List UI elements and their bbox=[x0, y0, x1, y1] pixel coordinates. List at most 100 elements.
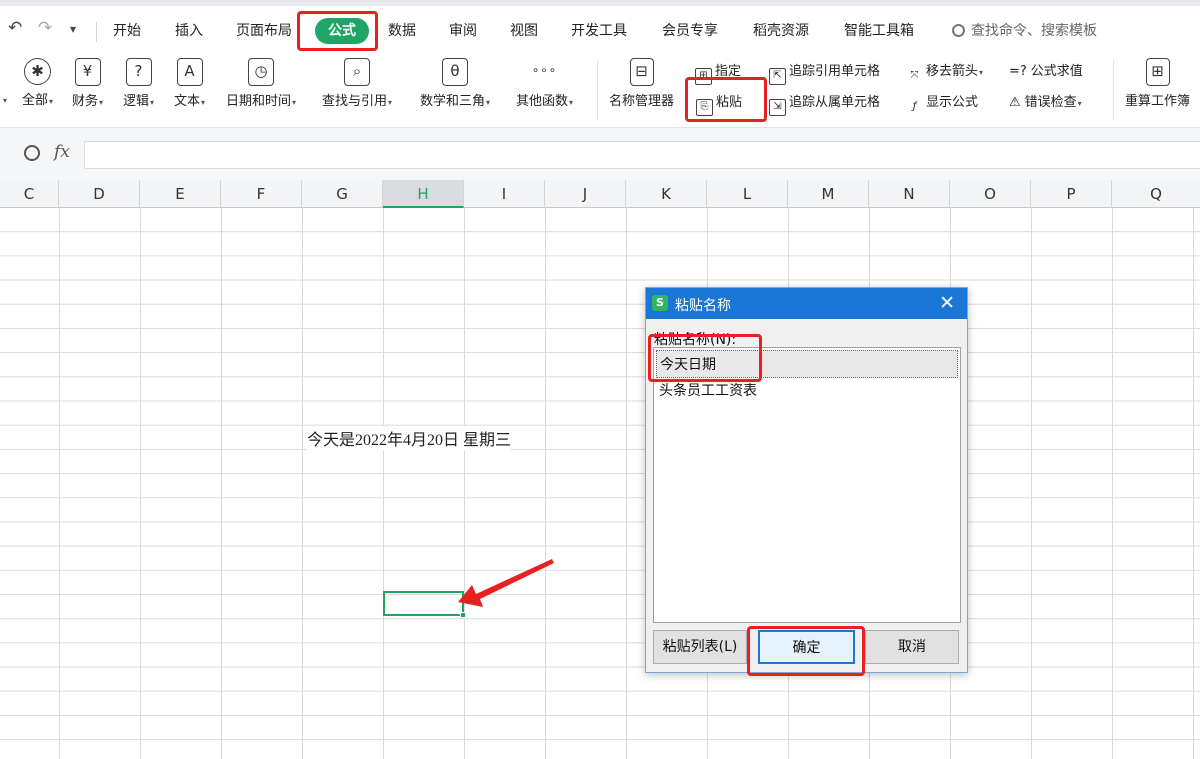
ribbon-left-caret-icon[interactable]: ▾ bbox=[3, 96, 7, 105]
tab-review[interactable]: 审阅 bbox=[449, 20, 477, 40]
tab-page-layout[interactable]: 页面布局 bbox=[236, 20, 292, 40]
formula-bar: fx bbox=[0, 128, 1200, 180]
trace-precedents-icon: ⇱ bbox=[769, 68, 786, 85]
ribbon-separator bbox=[1113, 60, 1114, 120]
column-header-f[interactable]: F bbox=[221, 180, 302, 208]
redo-icon[interactable]: ↷ bbox=[38, 18, 52, 38]
tab-smart-tools[interactable]: 智能工具箱 bbox=[844, 20, 914, 40]
math-trig-label: 数学和三角 bbox=[420, 94, 486, 109]
annotation-arrow-icon bbox=[458, 559, 554, 607]
cancel-button[interactable]: 取消 bbox=[865, 630, 959, 664]
show-formulas-icon: ƒ bbox=[912, 101, 917, 112]
column-header-p[interactable]: P bbox=[1031, 180, 1112, 208]
formula-input[interactable] bbox=[84, 141, 1200, 169]
name-manager-button[interactable]: ⊟ 名称管理器 bbox=[609, 58, 674, 109]
text-label: 文本 bbox=[174, 94, 201, 109]
column-header-j[interactable]: J bbox=[545, 180, 626, 208]
lookup-reference-button[interactable]: ⌕ 查找与引用▾ bbox=[322, 58, 392, 109]
highlight-box-today-date bbox=[648, 334, 762, 382]
chevron-down-icon: ▾ bbox=[99, 98, 104, 107]
tab-data[interactable]: 数据 bbox=[388, 20, 416, 40]
date-time-label: 日期和时间 bbox=[226, 94, 292, 109]
wps-app-icon: S bbox=[652, 295, 668, 311]
chevron-down-icon: ▾ bbox=[292, 98, 297, 107]
zoom-icon[interactable] bbox=[24, 145, 40, 161]
column-header-d[interactable]: D bbox=[59, 180, 140, 208]
formula-ribbon: ▾ ✱ 全部▾ ¥ 财务▾ ? 逻辑▾ A 文本▾ ◷ 日期和时间▾ ⌕ 查找与… bbox=[0, 52, 1200, 128]
search-icon bbox=[952, 24, 965, 37]
column-header-i[interactable]: I bbox=[464, 180, 545, 208]
logical-button[interactable]: ? 逻辑▾ bbox=[123, 58, 154, 109]
remove-arrows-icon: ⤧ bbox=[910, 70, 919, 81]
ribbon-separator bbox=[597, 60, 598, 120]
quick-access-dropdown-icon[interactable]: ▾ bbox=[70, 22, 76, 36]
chevron-down-icon: ▾ bbox=[1077, 99, 1082, 108]
paste-list-button[interactable]: 粘贴列表(L) bbox=[653, 630, 747, 664]
chevron-down-icon: ▾ bbox=[201, 98, 206, 107]
chevron-down-icon: ▾ bbox=[486, 98, 491, 107]
magnifier-icon: ⌕ bbox=[344, 58, 371, 86]
theta-icon: θ bbox=[442, 58, 469, 86]
tab-view[interactable]: 视图 bbox=[510, 20, 538, 40]
close-icon[interactable]: ✕ bbox=[939, 292, 955, 314]
column-header-m[interactable]: M bbox=[788, 180, 869, 208]
command-search[interactable]: 查找命令、搜索模板 bbox=[952, 20, 1097, 40]
menu-bar: ↶ ↷ ▾ 开始 插入 页面布局 公式 数据 审阅 视图 开发工具 会员专享 稻… bbox=[0, 6, 1200, 52]
chevron-down-icon: ▾ bbox=[979, 68, 984, 77]
fx-icon[interactable]: fx bbox=[54, 142, 70, 162]
question-icon: ? bbox=[125, 58, 152, 86]
column-header-o[interactable]: O bbox=[950, 180, 1031, 208]
financial-label: 财务 bbox=[72, 94, 99, 109]
trace-dependents-icon: ⇲ bbox=[769, 99, 786, 116]
tab-developer[interactable]: 开发工具 bbox=[571, 20, 627, 40]
trace-precedents-button[interactable]: ⇱ 追踪引用单元格 bbox=[769, 60, 880, 85]
recalculate-button[interactable]: ⊞ 重算工作簿 bbox=[1125, 58, 1190, 109]
cell-grid[interactable] bbox=[0, 208, 1200, 759]
asterisk-icon: ✱ bbox=[24, 58, 52, 85]
other-functions-button[interactable]: ∘∘∘ 其他函数▾ bbox=[516, 58, 573, 109]
column-header-l[interactable]: L bbox=[707, 180, 788, 208]
show-formulas-label: 显示公式 bbox=[926, 95, 979, 110]
text-button[interactable]: A 文本▾ bbox=[174, 58, 205, 109]
lookup-reference-label: 查找与引用 bbox=[322, 94, 388, 109]
column-header-row: C D E F G H I J K L M N O P Q bbox=[0, 180, 1200, 208]
remove-arrows-label: 移去箭头 bbox=[926, 64, 979, 79]
tab-home[interactable]: 开始 bbox=[113, 20, 141, 40]
highlight-box-ok-button bbox=[747, 626, 865, 676]
column-header-e[interactable]: E bbox=[140, 180, 221, 208]
evaluate-formula-button[interactable]: =? 公式求值 bbox=[1009, 60, 1083, 79]
math-trig-button[interactable]: θ 数学和三角▾ bbox=[420, 58, 490, 109]
trace-dependents-label: 追踪从属单元格 bbox=[789, 95, 881, 110]
column-header-h[interactable]: H bbox=[383, 180, 464, 208]
remove-arrows-button[interactable]: ⤧ 移去箭头▾ bbox=[906, 60, 984, 86]
tab-docer[interactable]: 稻壳资源 bbox=[753, 20, 809, 40]
column-header-q[interactable]: Q bbox=[1112, 180, 1200, 208]
financial-button[interactable]: ¥ 财务▾ bbox=[72, 58, 103, 109]
clock-icon: ◷ bbox=[248, 58, 275, 86]
other-functions-label: 其他函数 bbox=[516, 94, 569, 109]
show-formulas-button[interactable]: ƒ 显示公式 bbox=[906, 91, 978, 117]
chevron-down-icon: ▾ bbox=[388, 98, 393, 107]
chevron-down-icon: ▾ bbox=[49, 97, 54, 106]
tab-insert[interactable]: 插入 bbox=[175, 20, 203, 40]
name-manager-icon: ⊟ bbox=[629, 58, 654, 86]
search-placeholder: 查找命令、搜索模板 bbox=[971, 23, 1097, 39]
undo-icon[interactable]: ↶ bbox=[8, 18, 22, 38]
date-time-button[interactable]: ◷ 日期和时间▾ bbox=[226, 58, 296, 109]
name-list[interactable]: 今天日期 头条员工工资表 bbox=[653, 347, 961, 623]
error-check-button[interactable]: ⚠ 错误检查▾ bbox=[1009, 91, 1082, 110]
evaluate-formula-icon: =? bbox=[1009, 64, 1027, 79]
cell-g-date-text[interactable]: 今天是2022年4月20日 星期三 bbox=[307, 426, 512, 450]
all-functions-button[interactable]: ✱ 全部▾ bbox=[22, 58, 53, 108]
dialog-title-bar[interactable]: S 粘贴名称 ✕ bbox=[646, 288, 967, 319]
column-header-k[interactable]: K bbox=[626, 180, 707, 208]
calculator-icon: ⊞ bbox=[1145, 58, 1170, 86]
tab-member[interactable]: 会员专享 bbox=[662, 20, 718, 40]
column-header-c[interactable]: C bbox=[0, 180, 59, 208]
column-header-g[interactable]: G bbox=[302, 180, 383, 208]
dialog-title: 粘贴名称 bbox=[675, 298, 731, 314]
chevron-down-icon: ▾ bbox=[150, 98, 155, 107]
column-header-n[interactable]: N bbox=[869, 180, 950, 208]
trace-dependents-button[interactable]: ⇲ 追踪从属单元格 bbox=[769, 91, 880, 116]
name-manager-label: 名称管理器 bbox=[609, 94, 675, 109]
